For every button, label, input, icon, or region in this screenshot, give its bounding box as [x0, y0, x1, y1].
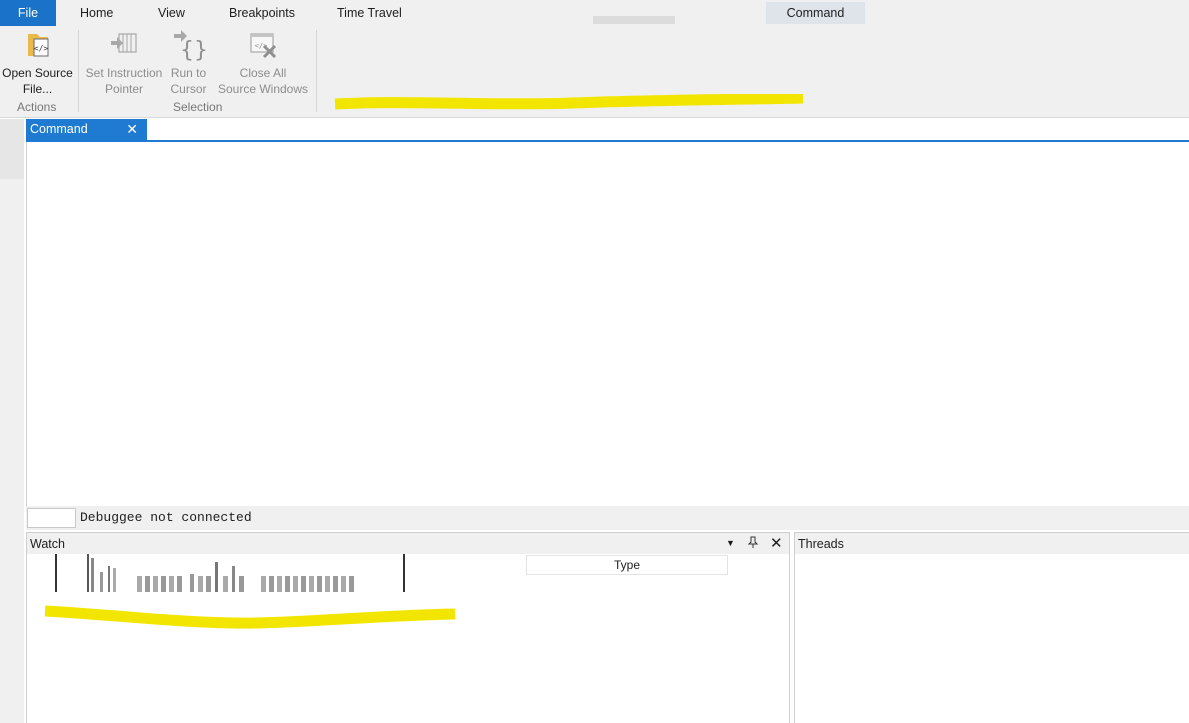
pin-icon[interactable] — [747, 533, 759, 554]
debuggee-status: Debuggee not connected — [80, 510, 252, 525]
set-instruction-pointer-label-1: Set Instruction — [85, 66, 163, 80]
close-source-windows-icon: </> — [250, 33, 277, 59]
watch-title: Watch — [30, 537, 65, 551]
open-source-file-button[interactable]: </> Open Source File... — [0, 28, 75, 97]
close-all-source-windows-label-1: Close All — [239, 66, 287, 80]
source-file-icon: </> — [27, 34, 48, 57]
run-to-cursor-label-1: Run to — [170, 66, 207, 80]
watch-title-bar: Watch ▼ ✕ — [27, 532, 789, 554]
left-dock-tab[interactable] — [0, 119, 24, 179]
run-to-cursor-button[interactable]: {} Run to Cursor — [166, 28, 211, 97]
highlighter-redaction — [334, 94, 804, 110]
command-prompt-box[interactable] — [27, 508, 76, 528]
menu-time-travel[interactable]: Time Travel — [337, 0, 402, 26]
run-to-cursor-label-2: Cursor — [170, 82, 207, 96]
close-all-source-windows-button[interactable]: </> Close All Source Windows — [216, 28, 310, 97]
ribbon-separator — [316, 30, 317, 112]
command-input-row: Debuggee not connected — [26, 506, 1189, 530]
tab-command[interactable]: Command ✕ — [26, 119, 147, 140]
menu-home[interactable]: Home — [80, 0, 113, 26]
set-instruction-pointer-label-2: Pointer — [104, 82, 144, 96]
left-dock-strip — [0, 119, 24, 723]
menu-file[interactable]: File — [0, 0, 56, 26]
threads-title: Threads — [798, 537, 844, 551]
watch-grid-header: Type — [27, 554, 789, 594]
ribbon: </> Open Source File... Set Instruction … — [0, 26, 1189, 118]
threads-title-bar: Threads — [795, 532, 1189, 554]
tab-command-label: Command — [30, 122, 88, 136]
watch-panel: Watch ▼ ✕ Type — [26, 532, 790, 723]
ribbon-group-selection: Selection — [173, 100, 223, 114]
title-drag-area — [593, 16, 675, 24]
menu-bar: File Home View Breakpoints Time Travel C… — [0, 0, 1189, 26]
command-output[interactable] — [26, 142, 1189, 506]
instruction-pointer-icon — [111, 33, 137, 53]
menu-view[interactable]: View — [158, 0, 185, 26]
menu-breakpoints[interactable]: Breakpoints — [229, 0, 295, 26]
close-icon[interactable]: ✕ — [770, 533, 783, 554]
close-icon[interactable]: ✕ — [126, 119, 138, 140]
set-instruction-pointer-button[interactable]: Set Instruction Pointer — [84, 28, 164, 97]
dropdown-arrow-icon[interactable]: ▼ — [726, 533, 735, 554]
close-all-source-windows-label-2: Source Windows — [217, 82, 309, 96]
menu-command[interactable]: Command — [766, 2, 865, 24]
ribbon-separator — [78, 30, 79, 112]
open-source-file-label-2: File... — [22, 82, 53, 96]
threads-panel: Threads — [794, 532, 1189, 723]
open-source-file-label-1: Open Source — [2, 66, 73, 80]
svg-text:</>: </> — [33, 44, 48, 53]
run-to-cursor-icon: {} — [173, 30, 206, 62]
svg-text:{}: {} — [180, 38, 206, 62]
ribbon-group-actions: Actions — [17, 100, 57, 114]
highlighter-redaction — [44, 605, 456, 629]
column-header-type[interactable]: Type — [526, 555, 728, 575]
scrambled-header-graphic — [55, 554, 405, 592]
